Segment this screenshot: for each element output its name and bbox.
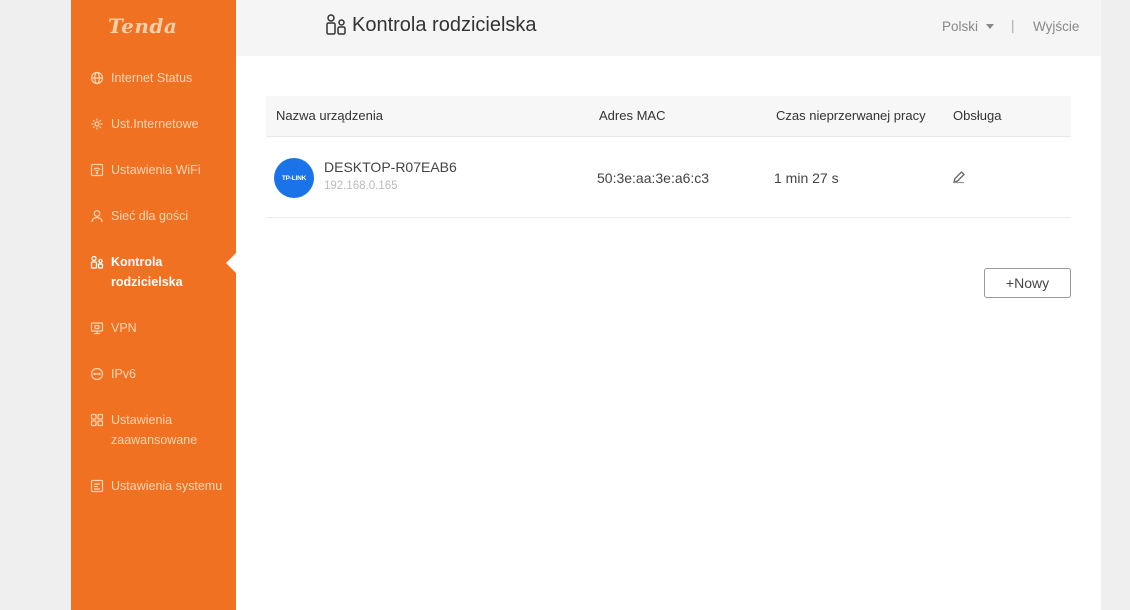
sidebar-item-guest-network[interactable]: Sieć dla gości	[90, 206, 230, 226]
wifi-settings-icon	[90, 163, 104, 177]
sidebar-item-parental-control[interactable]: Kontrola rodzicielska	[90, 252, 230, 292]
device-mac: 50:3e:aa:3e:a6:c3	[597, 170, 710, 186]
advanced-grid-icon	[90, 413, 104, 427]
sidebar-item-label: Internet Status	[111, 71, 193, 85]
vpn-icon	[90, 321, 104, 335]
system-settings-icon	[90, 479, 104, 493]
sidebar-item-label: Ust.Internetowe	[111, 117, 199, 131]
chevron-down-icon	[986, 24, 995, 29]
table-header: Nazwa urządzenia Adres MAC Czas nieprzer…	[266, 96, 1071, 137]
guest-user-icon	[90, 209, 104, 223]
globe-icon	[90, 71, 104, 85]
gear-icon	[90, 117, 104, 131]
sidebar-item-system-settings[interactable]: Ustawienia systemu	[90, 476, 230, 496]
parental-control-icon	[324, 13, 348, 37]
language-select[interactable]: Polski	[942, 19, 995, 34]
sidebar-item-internet-status[interactable]: Internet Status	[90, 68, 230, 88]
sidebar-item-label: Ustawienia zaawansowane	[111, 413, 198, 447]
sidebar-item-wifi-settings[interactable]: Ustawienia WiFi	[90, 160, 230, 180]
ipv6-icon	[90, 367, 104, 381]
sidebar-item-vpn[interactable]: VPN	[90, 318, 230, 338]
col-device-name: Nazwa urządzenia	[276, 108, 383, 123]
page-title-text: Kontrola rodzicielska	[352, 13, 537, 36]
table-row: TP-LINK DESKTOP-R07EAB6 192.168.0.165 50…	[266, 137, 1071, 218]
header-separator: |	[1011, 18, 1015, 33]
main-content: Nazwa urządzenia Adres MAC Czas nieprzer…	[236, 56, 1101, 610]
parental-control-icon	[90, 255, 104, 269]
col-uptime: Czas nieprzerwanej pracy	[776, 108, 926, 123]
avatar-brand-label: TP-LINK	[281, 174, 307, 182]
tenda-logo: Tenda	[108, 14, 178, 38]
language-label: Polski	[942, 19, 979, 34]
sidebar-item-label: Ustawienia WiFi	[111, 163, 201, 177]
active-nav-indicator	[226, 253, 236, 273]
edit-pencil-icon[interactable]	[952, 170, 966, 184]
device-table: Nazwa urządzenia Adres MAC Czas nieprzer…	[266, 96, 1071, 218]
sidebar: Tenda Internet Status Ust.Internetowe Us…	[71, 0, 236, 610]
add-new-button[interactable]: +Nowy	[984, 268, 1071, 298]
page-title: Kontrola rodzicielska	[324, 13, 537, 37]
device-avatar: TP-LINK	[274, 158, 314, 198]
sidebar-item-label: Kontrola rodzicielska	[111, 255, 183, 289]
logout-link[interactable]: Wyjście	[1033, 19, 1079, 34]
col-mac: Adres MAC	[599, 108, 666, 123]
top-bar: Kontrola rodzicielska Polski | Wyjście	[236, 0, 1101, 56]
sidebar-item-label: VPN	[111, 321, 137, 335]
sidebar-item-internet-settings[interactable]: Ust.Internetowe	[90, 114, 230, 134]
col-action: Obsługa	[953, 108, 1002, 123]
device-name: DESKTOP-R07EAB6	[324, 159, 457, 175]
device-uptime: 1 min 27 s	[774, 170, 839, 186]
sidebar-item-label: Sieć dla gości	[111, 209, 189, 223]
sidebar-item-label: Ustawienia systemu	[111, 479, 223, 493]
device-ip: 192.168.0.165	[324, 180, 398, 192]
sidebar-item-label: IPv6	[111, 367, 137, 381]
sidebar-item-advanced-settings[interactable]: Ustawienia zaawansowane	[90, 410, 230, 450]
sidebar-item-ipv6[interactable]: IPv6	[90, 364, 230, 384]
